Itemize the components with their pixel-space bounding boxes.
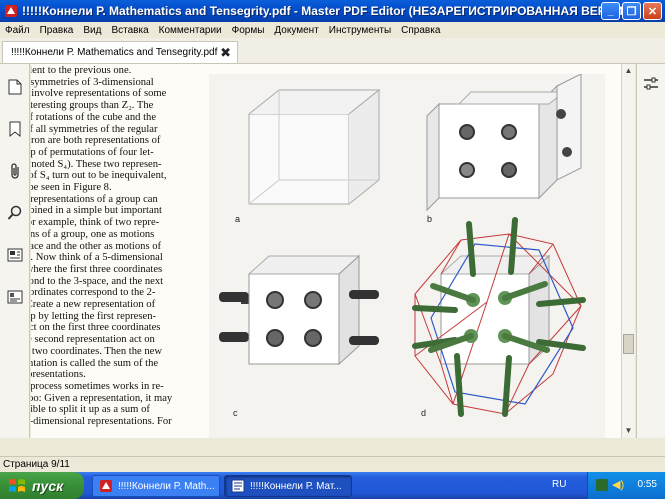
left-sidebar [0, 64, 30, 438]
figure-8: a b c d [209, 73, 605, 438]
text-line: ce. Create a new representation of [31, 299, 156, 310]
tensegrity-d [412, 217, 586, 417]
signatures-icon[interactable] [3, 284, 27, 310]
figure-label-d: d [421, 408, 427, 418]
scroll-down-icon[interactable]: ▼ [622, 424, 635, 437]
text-line: possible to split it up as a sum of [31, 404, 150, 416]
figure-label-a: a [235, 214, 241, 224]
text-line: The symmetries of 3-dimensional [31, 76, 154, 88]
search-icon[interactable] [3, 200, 27, 226]
page-indicator: Страница 9/11 [3, 459, 70, 470]
close-button[interactable]: ✕ [643, 2, 662, 20]
text-line: o coordinates correspond to the 2- [31, 287, 156, 299]
text-line: 3-space and the other as motions of [31, 240, 162, 252]
text-line: ce, where the first three coordinates [31, 263, 163, 275]
text-line: group of permutations of four let- [31, 146, 154, 158]
text-line: combined in a simple but important [31, 205, 162, 217]
bookmarks-icon[interactable] [3, 116, 27, 142]
text-line: ahedron are both representations of [31, 135, 161, 147]
menu-help[interactable]: Справка [396, 25, 445, 36]
maximize-button[interactable]: ❐ [622, 2, 641, 20]
text-line: can be seen in Figure 8. [31, 182, 112, 193]
taskbar: пуск !!!!!Коннели Р. Math... !!!!!Коннел… [0, 472, 665, 499]
start-label: пуск [32, 477, 64, 494]
status-bar: Страница 9/11 [0, 456, 665, 472]
app-icon [5, 5, 17, 17]
menu-insert[interactable]: Вставка [106, 25, 153, 36]
menu-file[interactable]: Файл [0, 25, 35, 36]
minimize-button[interactable]: _ [601, 2, 620, 20]
text-line: The process sometimes works in re- [31, 380, 164, 392]
system-tray: ◀) 0:55 [587, 472, 665, 499]
tab-close-icon[interactable]: ✖ [220, 45, 231, 61]
windows-flag-icon [9, 478, 25, 492]
taskbar-item-master-pdf[interactable]: !!!!!Коннели Р. Math... [92, 475, 220, 497]
properties-icon[interactable] [643, 76, 659, 92]
text-line: aller-dimensional representations. For [31, 416, 172, 427]
menu-edit[interactable]: Правка [35, 25, 79, 36]
text-line: se, too: Given a representation, it may [31, 392, 173, 404]
scrollbar-thumb[interactable] [623, 334, 634, 354]
right-sidebar [636, 64, 665, 438]
tray-app-icon[interactable] [596, 479, 608, 491]
figure-label-b: b [427, 214, 433, 224]
text-line: group by letting the first represen- [31, 310, 157, 322]
window-title: !!!!!Коннели Р. Mathematics and Tensegri… [22, 4, 636, 18]
menu-bar: Файл Правка Вид Вставка Комментарии Форм… [0, 22, 665, 38]
language-indicator[interactable]: RU [552, 479, 566, 490]
text-line: tations of a group, one as motions [31, 228, 155, 240]
text-line: The representations of a group can [31, 193, 158, 205]
text-line: on act on the first three coordinates [31, 322, 161, 334]
clock[interactable]: 0:55 [638, 479, 657, 490]
menu-tools[interactable]: Инструменты [324, 25, 396, 36]
document-app-icon [231, 479, 245, 493]
text-line: ons of S₄ turn out to be inequivalent, [31, 170, 167, 182]
text-line: uivalent to the previous one. [31, 65, 132, 76]
text-line: s (denoted S₄). These two represen- [31, 158, 162, 170]
text-line: y. For example, think of two repre- [31, 217, 160, 229]
scroll-up-icon[interactable]: ▲ [622, 64, 635, 77]
cube-c [219, 254, 379, 366]
taskbar-item-word[interactable]: !!!!!Коннели Р. Мат... [224, 475, 352, 497]
text-line: ures involve representations of some [31, 88, 167, 100]
tab-bar: !!!!!Коннели Р. Mathematics and Tensegri… [0, 38, 665, 64]
cube-a [248, 88, 381, 205]
attachments-icon[interactable] [3, 158, 27, 184]
menu-document[interactable]: Документ [269, 25, 323, 36]
text-line: d the second representation act on [31, 334, 155, 346]
cube-b [426, 73, 582, 212]
text-line: up of all symmetries of the regular [31, 123, 158, 135]
pdf-app-icon [100, 480, 112, 492]
figure-label-c: c [233, 408, 238, 418]
document-tab[interactable]: !!!!!Коннели Р. Mathematics and Tensegri… [2, 41, 238, 63]
pdf-page: uivalent to the previous one. The symmet… [31, 64, 621, 438]
taskbar-item-label: !!!!!Коннели Р. Math... [118, 480, 215, 492]
vertical-scrollbar[interactable]: ▲ ▼ [621, 64, 635, 438]
menu-forms[interactable]: Формы [227, 25, 270, 36]
page-thumbnails-icon[interactable] [3, 74, 27, 100]
title-bar[interactable]: !!!!!Коннели Р. Mathematics and Tensegri… [0, 0, 665, 22]
close-icon: ✕ [647, 5, 658, 18]
taskbar-item-label: !!!!!Коннели Р. Мат... [250, 480, 342, 492]
document-tab-label: !!!!!Коннели Р. Mathematics and Tensegri… [11, 47, 218, 58]
minimize-icon: _ [607, 5, 614, 17]
start-button[interactable]: пуск [0, 472, 84, 499]
text-line: pace. Now think of a 5-dimensional [31, 252, 163, 264]
text-line: o representations. [31, 369, 86, 381]
figure-cubes-illustration [219, 73, 586, 417]
text-line: respond to the 3-space, and the next [31, 275, 164, 287]
text-line: re interesting groups than Z₂. The [31, 100, 154, 112]
text-line: next two coordinates. Then the new [31, 345, 163, 357]
app-window: !!!!!Коннели Р. Mathematics and Tensegri… [0, 0, 665, 472]
text-line: up of rotations of the cube and the [31, 111, 157, 123]
layers-icon[interactable] [3, 242, 27, 268]
page-text-column: uivalent to the previous one. The symmet… [31, 64, 207, 438]
restore-icon: ❐ [626, 5, 637, 18]
horizontal-scroll-area [0, 438, 665, 456]
menu-view[interactable]: Вид [78, 25, 106, 36]
text-line: resentation is called the sum of the [31, 357, 159, 369]
speaker-icon[interactable]: ◀) [612, 478, 624, 491]
menu-comments[interactable]: Комментарии [154, 25, 227, 36]
document-viewport[interactable]: uivalent to the previous one. The symmet… [31, 64, 621, 438]
